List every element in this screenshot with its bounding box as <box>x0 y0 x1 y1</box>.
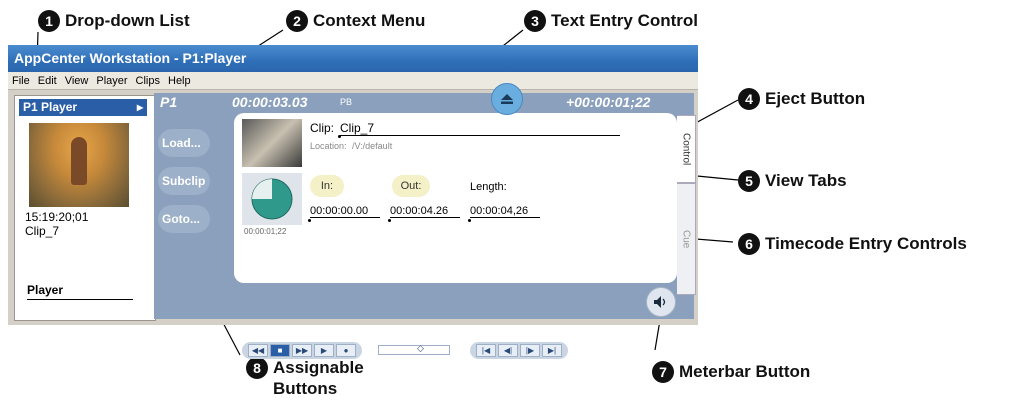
channel-clip-name: Clip_7 <box>25 224 60 238</box>
slider-handle-icon[interactable]: ◇ <box>417 343 424 354</box>
in-button[interactable]: In: <box>310 175 344 197</box>
position-indicator <box>242 173 302 225</box>
app-window: AppCenter Workstation - P1:Player File E… <box>8 45 698 359</box>
application-dropdown[interactable]: Player <box>27 283 63 297</box>
current-timecode: 00:00:03.03 <box>232 94 308 110</box>
length-timecode-input[interactable]: 00:00:04,26 <box>470 205 540 218</box>
callout-6: 6 Timecode Entry Controls <box>738 233 967 255</box>
load-button[interactable]: Load... <box>158 129 210 157</box>
channel-timecode: 15:19:20;01 <box>25 210 89 224</box>
rewind-icon[interactable]: ◀◀ <box>248 343 268 357</box>
channel-name: P1 <box>160 94 178 110</box>
clip-label: Clip: <box>310 121 335 135</box>
menu-clips[interactable]: Clips <box>136 75 160 87</box>
menu-help[interactable]: Help <box>168 75 191 87</box>
position-pie-icon <box>251 178 293 220</box>
tab-cue[interactable]: Cue <box>677 183 696 295</box>
clip-name-input[interactable]: Clip_7 <box>340 121 620 136</box>
callout-4: 4 Eject Button <box>738 88 865 110</box>
fast-forward-icon[interactable]: ▶▶ <box>292 343 312 357</box>
shuttle-slider[interactable]: ◇ <box>378 343 450 355</box>
location-label: Location: <box>310 141 347 151</box>
step-forward-icon[interactable]: |▶ <box>520 343 540 357</box>
play-icon[interactable]: ▶ <box>314 343 334 357</box>
callout-8: 8 Assignable Buttons <box>246 357 386 399</box>
mode-indicator: PB <box>340 97 353 107</box>
control-view: Clip: Clip_7 Location: /V:/default 00:00… <box>234 113 677 283</box>
tab-control[interactable]: Control <box>677 115 696 183</box>
out-timecode-input[interactable]: 00:00:04.26 <box>390 205 460 218</box>
channel-panel: P1 Player ▸ 15:19:20;01 Clip_7 Player <box>14 95 156 321</box>
out-marker <box>388 219 391 222</box>
eject-button[interactable] <box>491 83 523 115</box>
callout-1: 1 Drop-down List <box>38 10 190 32</box>
stop-icon[interactable]: ■ <box>270 343 290 357</box>
menu-player[interactable]: Player <box>96 75 127 87</box>
length-marker <box>468 219 471 222</box>
length-label: Length: <box>470 181 507 193</box>
remaining-timecode: +00:00:01;22 <box>566 94 651 110</box>
thumbnail-timecode: 00:00:01;22 <box>244 227 287 236</box>
callout-7: 7 Meterbar Button <box>652 361 810 383</box>
transport-play-group: ◀◀ ■ ▶▶ ▶ ● <box>242 341 362 359</box>
goto-button[interactable]: Goto... <box>158 205 210 233</box>
transport-jog-group: |◀ ◀| |▶ ▶| <box>470 341 568 359</box>
menu-edit[interactable]: Edit <box>38 75 57 87</box>
in-marker <box>308 219 311 222</box>
input-marker <box>338 135 341 138</box>
title-bar: AppCenter Workstation - P1:Player <box>8 45 698 72</box>
eject-icon <box>501 94 513 104</box>
transport-controls: ◀◀ ■ ▶▶ ▶ ● ◇ |◀ ◀| |▶ ▶| <box>242 341 638 359</box>
step-back-icon[interactable]: ◀| <box>498 343 518 357</box>
meterbar-button[interactable] <box>646 287 676 317</box>
subclip-button[interactable]: Subclip <box>158 167 210 195</box>
location-value: /V:/default <box>352 141 393 151</box>
dropdown-underline <box>27 299 133 300</box>
clip-thumbnail <box>29 123 129 207</box>
go-to-start-icon[interactable]: |◀ <box>476 343 496 357</box>
speaker-icon <box>654 296 666 308</box>
callout-2: 2 Context Menu <box>286 10 425 32</box>
record-icon[interactable]: ● <box>336 343 356 357</box>
in-timecode-input[interactable]: 00:00:00.00 <box>310 205 380 218</box>
out-button[interactable]: Out: <box>392 175 430 197</box>
player-header: P1 00:00:03.03 PB +00:00:01;22 <box>154 93 694 111</box>
channel-tab[interactable]: P1 Player ▸ <box>19 99 147 116</box>
arrow-right-icon: ▸ <box>136 100 143 114</box>
go-to-end-icon[interactable]: ▶| <box>542 343 562 357</box>
menu-file[interactable]: File <box>12 75 30 87</box>
player-panel: P1 00:00:03.03 PB +00:00:01;22 Load... S… <box>154 93 696 359</box>
callout-3: 3 Text Entry Control <box>524 10 698 32</box>
loaded-clip-thumbnail <box>242 119 302 167</box>
menu-view[interactable]: View <box>65 75 89 87</box>
callout-5: 5 View Tabs <box>738 170 847 192</box>
menu-bar: File Edit View Player Clips Help <box>8 72 698 90</box>
